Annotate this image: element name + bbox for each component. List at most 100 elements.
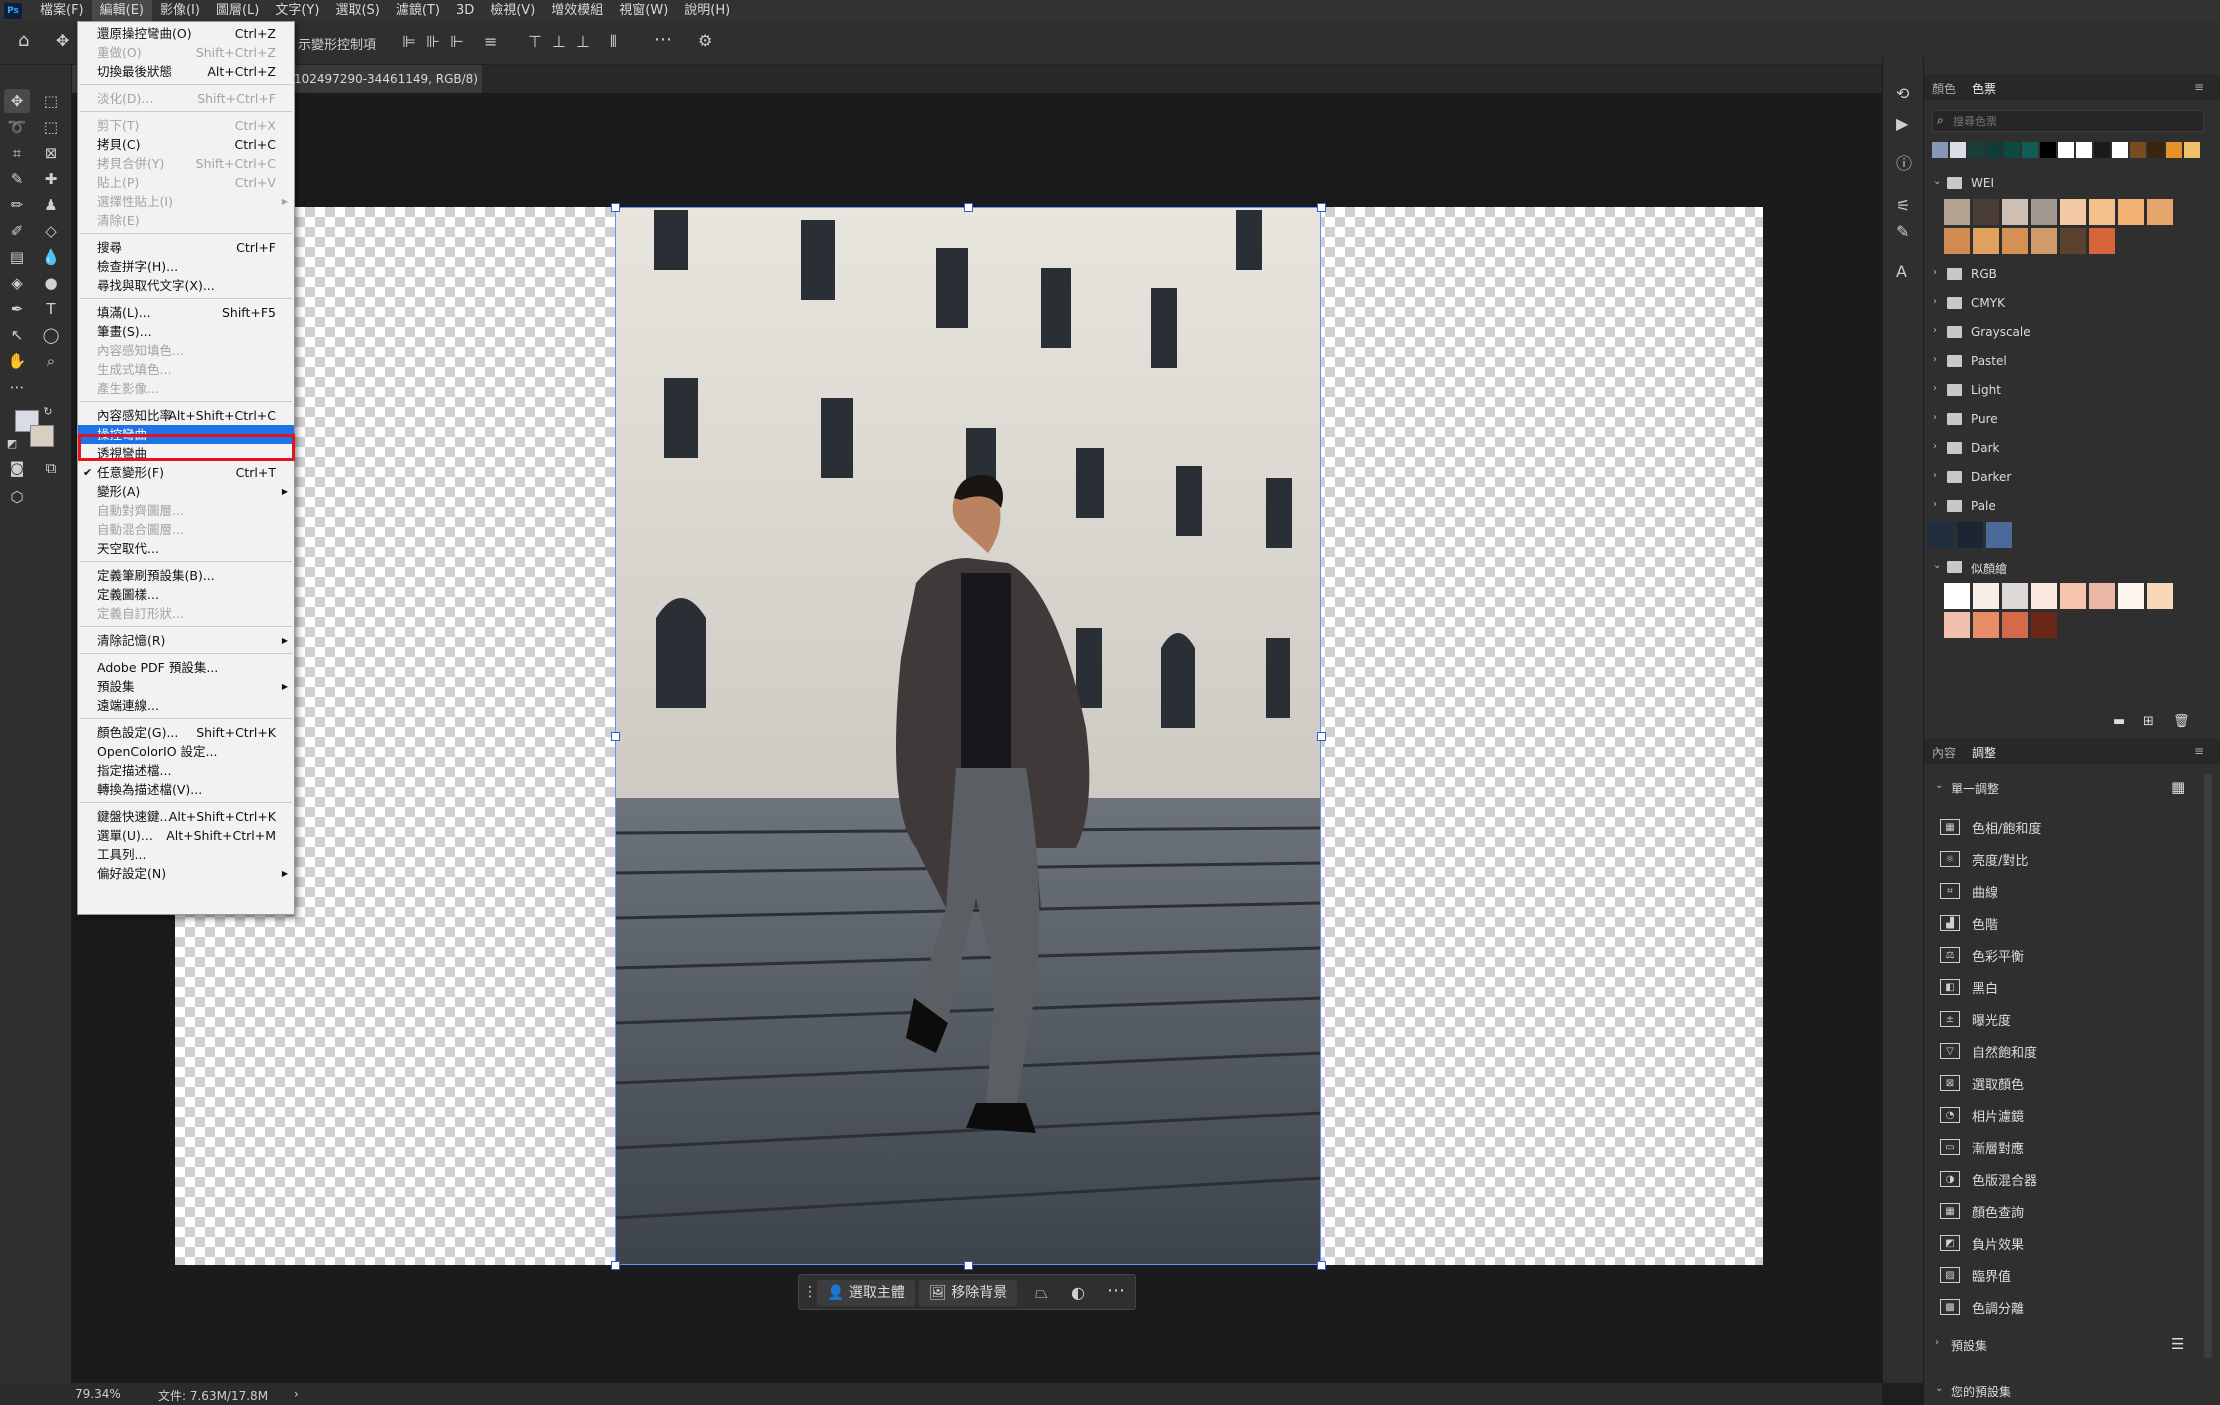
more-tools-icon[interactable]: ⋯ [4, 375, 30, 399]
swatch[interactable] [2060, 583, 2086, 609]
healing-brush-tool-icon[interactable]: ✚ [38, 167, 64, 191]
adjustment-item[interactable]: ☼ 亮度/對比 [1940, 844, 2028, 874]
transform-handle[interactable] [964, 203, 973, 212]
play-icon[interactable]: ▶ [1896, 116, 1908, 132]
menu-item[interactable]: 剪下(T) Ctrl+X [78, 116, 294, 135]
path-select-tool-icon[interactable]: ↖ [4, 323, 30, 347]
transform-handle[interactable] [1317, 732, 1326, 741]
align-center-icon[interactable]: ⊪ [426, 34, 440, 50]
swatch[interactable] [2094, 142, 2110, 158]
swatch-group-dark[interactable]: › Dark [1925, 435, 2220, 463]
menu-item[interactable]: 偏好設定(N) ▶ [78, 864, 294, 883]
menu-item[interactable]: 轉換為描述檔(V)... [78, 780, 294, 799]
lasso-tool-icon[interactable]: ➰ [4, 115, 30, 139]
menu-9[interactable]: 增效模組 [543, 0, 611, 21]
default-colors-icon[interactable]: ◩ [4, 435, 20, 451]
adjustment-item[interactable]: ▽ 自然飽和度 [1940, 1036, 2037, 1066]
edit-toolbar-icon[interactable]: ⬡ [4, 485, 30, 509]
transform-handle[interactable] [1317, 203, 1326, 212]
gear-icon[interactable]: ⚙ [698, 33, 712, 49]
background-color-swatch[interactable] [30, 425, 54, 447]
presets-header[interactable]: › 預設集 ☰ [1925, 1331, 2220, 1359]
swatch[interactable] [2031, 199, 2057, 225]
trash-icon[interactable]: 🗑 [2173, 714, 2190, 729]
swatch[interactable] [2112, 142, 2128, 158]
align-middle-icon[interactable]: ⊥ [552, 34, 566, 50]
adjust-section-header[interactable]: ⌄ 單一調整 ▦ [1925, 774, 2220, 802]
swatch[interactable] [1944, 199, 1970, 225]
adjustment-item[interactable]: ◔ 相片濾鏡 [1940, 1100, 2024, 1130]
transform-handle[interactable] [964, 1261, 973, 1270]
new-group-icon[interactable]: ▬ [2113, 714, 2125, 729]
transform-handle[interactable] [611, 732, 620, 741]
swatch-group-grayscale[interactable]: › Grayscale [1925, 319, 2220, 347]
status-arrow-icon[interactable]: › [294, 1387, 299, 1401]
distribute-v-icon[interactable]: ⫴ [610, 34, 617, 50]
transform-icon[interactable]: ⏢ [1035, 1285, 1048, 1301]
swatch-group-rgb[interactable]: › RGB [1925, 261, 2220, 289]
swatch[interactable] [1986, 142, 2002, 158]
swatch[interactable] [2031, 612, 2057, 638]
menu-item[interactable]: 筆畫(S)... [78, 322, 294, 341]
swatch[interactable] [2002, 612, 2028, 638]
swatch[interactable] [1973, 583, 1999, 609]
menu-item[interactable]: 拷貝(C) Ctrl+C [78, 135, 294, 154]
menu-4[interactable]: 文字(Y) [267, 0, 327, 21]
new-swatch-icon[interactable]: ⊞ [2143, 714, 2154, 729]
swatch-group-wei[interactable]: ⌄ WEI [1925, 170, 2220, 198]
menu-item[interactable]: 遠端連線... [78, 696, 294, 715]
swatch-group-pastel[interactable]: › Pastel [1925, 348, 2220, 376]
swatch[interactable] [1973, 199, 1999, 225]
marquee-tool-icon[interactable]: ⬚ [38, 89, 64, 113]
swatch[interactable] [1944, 583, 1970, 609]
pen-tool-icon[interactable]: ✒ [4, 297, 30, 321]
swatch[interactable] [2058, 142, 2074, 158]
menu-item[interactable]: 定義自訂形狀... [78, 604, 294, 623]
menu-8[interactable]: 檢視(V) [482, 0, 543, 21]
character-icon[interactable]: A [1896, 264, 1907, 280]
menu-item[interactable]: 檢查拼字(H)... [78, 257, 294, 276]
menu-item[interactable]: 貼上(P) Ctrl+V [78, 173, 294, 192]
menu-item[interactable]: 工具列... [78, 845, 294, 864]
adjustment-item[interactable]: ▭ 漸層對應 [1940, 1132, 2024, 1162]
swatch[interactable] [2118, 583, 2144, 609]
panel-menu-icon[interactable]: ≡ [2194, 80, 2204, 94]
swatch-group-light[interactable]: › Light [1925, 377, 2220, 405]
paint-bucket-tool-icon[interactable]: ◈ [4, 271, 30, 295]
zoom-level[interactable]: 79.34% [75, 1387, 121, 1401]
menu-11[interactable]: 說明(H) [676, 0, 738, 21]
swatch[interactable] [2076, 142, 2092, 158]
zoom-tool-icon[interactable]: ⌕ [38, 349, 64, 373]
ellipse-tool-icon[interactable]: ◯ [38, 323, 64, 347]
menu-item[interactable]: 選單(U)... Alt+Shift+Ctrl+M [78, 826, 294, 845]
adjustments-icon[interactable]: ⚟ [1896, 198, 1910, 214]
panel-menu-icon[interactable]: ≡ [2194, 744, 2204, 758]
grid-view-icon[interactable]: ▦ [2171, 778, 2185, 796]
menu-10[interactable]: 視窗(W) [611, 0, 676, 21]
swatch[interactable] [1950, 142, 1966, 158]
menu-item[interactable]: 選擇性貼上(I) ▶ [78, 192, 294, 211]
menu-item[interactable]: 還原操控彎曲(O) Ctrl+Z [78, 24, 294, 43]
menu-item[interactable]: 顏色設定(G)... Shift+Ctrl+K [78, 723, 294, 742]
transform-handle[interactable] [611, 203, 620, 212]
align-top-icon[interactable]: ⊤ [528, 34, 542, 50]
menu-item[interactable]: 天空取代... [78, 539, 294, 558]
crop-tool-icon[interactable]: ⌗ [4, 141, 30, 165]
swatch[interactable] [2031, 583, 2057, 609]
info-icon[interactable]: ⓘ [1896, 156, 1912, 172]
tab-properties[interactable]: 內容 [1932, 744, 1956, 761]
swatch-group-darker[interactable]: › Darker [1925, 464, 2220, 492]
brush-settings-icon[interactable]: ✎ [1896, 224, 1909, 240]
swatch[interactable] [1968, 142, 1984, 158]
menu-0[interactable]: 檔案(F) [32, 0, 92, 21]
align-bottom-icon[interactable]: ⊥ [576, 34, 590, 50]
menu-item[interactable]: 自動對齊圖層... [78, 501, 294, 520]
adjustment-item[interactable]: ± 曝光度 [1940, 1004, 2011, 1034]
adjustment-item[interactable]: ▦ 色相/飽和度 [1940, 812, 2041, 842]
menu-item[interactable]: Adobe PDF 預設集... [78, 658, 294, 677]
transform-handle[interactable] [1317, 1261, 1326, 1270]
transform-handle[interactable] [611, 1261, 620, 1270]
swatch-group-pure[interactable]: › Pure [1925, 406, 2220, 434]
eyedropper-tool-icon[interactable]: ✎ [4, 167, 30, 191]
swatch[interactable] [2089, 199, 2115, 225]
